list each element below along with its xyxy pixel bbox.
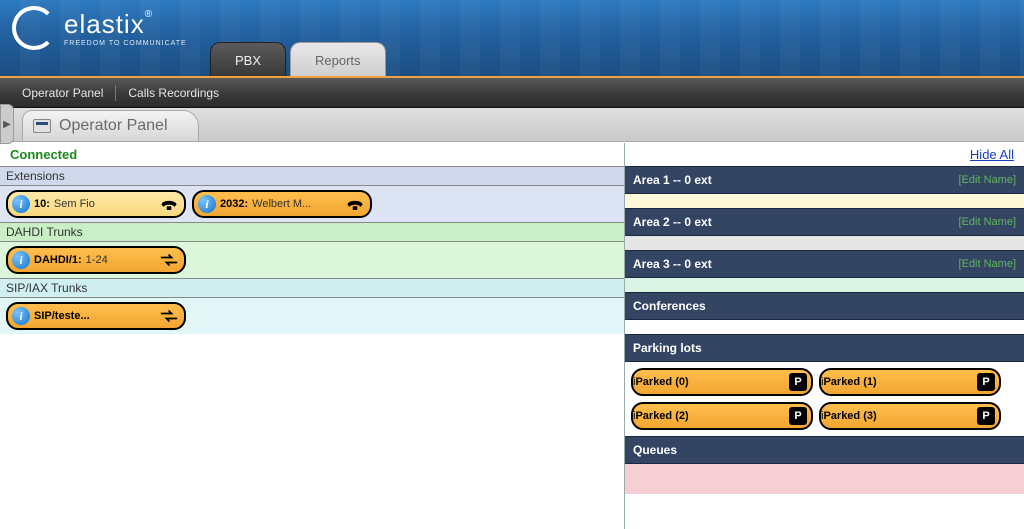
connection-status: Connected [10, 147, 77, 162]
logo-ring-icon [12, 6, 56, 50]
area-body [625, 194, 1024, 208]
ext-name: Sem Fio [54, 198, 158, 210]
ext-number: 2032: [220, 198, 248, 210]
parking-slot-label: Parked (2) [635, 410, 789, 422]
info-icon[interactable]: i [198, 195, 216, 213]
trunk-arrows-icon [158, 309, 180, 323]
side-collapse-handle[interactable]: ▶ [0, 104, 14, 144]
section-header-dahdi: DAHDI Trunks [0, 222, 624, 242]
sub-nav: Operator Panel Calls Recordings [0, 78, 1024, 108]
queues-header: Queues [625, 436, 1024, 464]
brand-tagline: FREEDOM TO COMMUNICATE [64, 40, 187, 47]
page-bar: ▶ Operator Panel [0, 108, 1024, 142]
parking-slot-tile[interactable]: i Parked (3) P [819, 402, 1001, 430]
ext-number: 10: [34, 198, 50, 210]
trunk-arrows-icon [158, 253, 180, 267]
section-header-extensions: Extensions [0, 166, 624, 186]
parking-slot-label: Parked (0) [635, 376, 789, 388]
area-label: Area 3 -- 0 ext [633, 257, 712, 271]
area-label: Area 1 -- 0 ext [633, 173, 712, 187]
subnav-calls-recordings[interactable]: Calls Recordings [116, 86, 231, 100]
conferences-label: Conferences [633, 299, 706, 313]
parking-p-icon: P [789, 373, 807, 391]
edit-name-link[interactable]: [Edit Name] [959, 216, 1016, 228]
parking-p-icon: P [977, 373, 995, 391]
status-bar: Connected [0, 143, 624, 166]
edit-name-link[interactable]: [Edit Name] [959, 174, 1016, 186]
info-icon[interactable]: i [12, 251, 30, 269]
ext-name: Welbert M... [252, 198, 344, 210]
work-area: Connected Extensions i 10: Sem Fio i 203… [0, 142, 1024, 529]
trunk-range: 1-24 [86, 254, 158, 266]
area-header: Area 3 -- 0 ext [Edit Name] [625, 250, 1024, 278]
status-bar-right: Hide All [625, 143, 1024, 166]
chevron-right-icon: ▶ [3, 119, 11, 130]
edit-name-link[interactable]: [Edit Name] [959, 258, 1016, 270]
section-body-extensions: i 10: Sem Fio i 2032: Welbert M... [0, 186, 624, 222]
parking-body: i Parked (0) P i Parked (1) P i Parked (… [625, 362, 1024, 436]
section-header-sip: SIP/IAX Trunks [0, 278, 624, 298]
phone-icon [158, 197, 180, 211]
right-column: Hide All Area 1 -- 0 ext [Edit Name] Are… [625, 143, 1024, 529]
top-brand-bar: elastix® FREEDOM TO COMMUNICATE PBX Repo… [0, 0, 1024, 78]
area-header: Area 2 -- 0 ext [Edit Name] [625, 208, 1024, 236]
parking-p-icon: P [977, 407, 995, 425]
parking-slot-tile[interactable]: i Parked (0) P [631, 368, 813, 396]
parking-slot-label: Parked (3) [823, 410, 977, 422]
brand-logo: elastix® FREEDOM TO COMMUNICATE [12, 6, 187, 50]
parking-slot-tile[interactable]: i Parked (2) P [631, 402, 813, 430]
area-body [625, 236, 1024, 250]
sip-trunk-tile[interactable]: i SIP/teste... [6, 302, 186, 330]
left-column: Connected Extensions i 10: Sem Fio i 203… [0, 143, 625, 529]
hide-all-link[interactable]: Hide All [970, 147, 1014, 162]
page-tab-label: Operator Panel [59, 117, 168, 135]
info-icon[interactable]: i [12, 195, 30, 213]
queues-label: Queues [633, 443, 677, 457]
info-icon[interactable]: i [12, 307, 30, 325]
section-body-sip: i SIP/teste... [0, 298, 624, 334]
extension-tile[interactable]: i 2032: Welbert M... [192, 190, 372, 218]
area-label: Area 2 -- 0 ext [633, 215, 712, 229]
phone-icon [344, 197, 366, 211]
tab-reports[interactable]: Reports [290, 42, 386, 76]
dahdi-trunk-tile[interactable]: i DAHDI/1: 1-24 [6, 246, 186, 274]
conferences-header: Conferences [625, 292, 1024, 320]
area-body [625, 278, 1024, 292]
area-header: Area 1 -- 0 ext [Edit Name] [625, 166, 1024, 194]
subnav-operator-panel[interactable]: Operator Panel [10, 86, 115, 100]
parking-slot-label: Parked (1) [823, 376, 977, 388]
queues-body [625, 464, 1024, 494]
trunk-id: DAHDI/1: [34, 254, 82, 266]
main-tabs: PBX Reports [210, 42, 386, 76]
brand-name: elastix [64, 9, 145, 39]
tab-pbx[interactable]: PBX [210, 42, 286, 76]
parking-slot-tile[interactable]: i Parked (1) P [819, 368, 1001, 396]
trunk-id: SIP/teste... [34, 310, 90, 322]
page-tab-operator-panel[interactable]: Operator Panel [22, 110, 199, 141]
conferences-body [625, 320, 1024, 334]
panel-icon [33, 119, 51, 133]
parking-p-icon: P [789, 407, 807, 425]
extension-tile[interactable]: i 10: Sem Fio [6, 190, 186, 218]
section-body-dahdi: i DAHDI/1: 1-24 [0, 242, 624, 278]
parking-header: Parking lots [625, 334, 1024, 362]
parking-label: Parking lots [633, 341, 702, 355]
